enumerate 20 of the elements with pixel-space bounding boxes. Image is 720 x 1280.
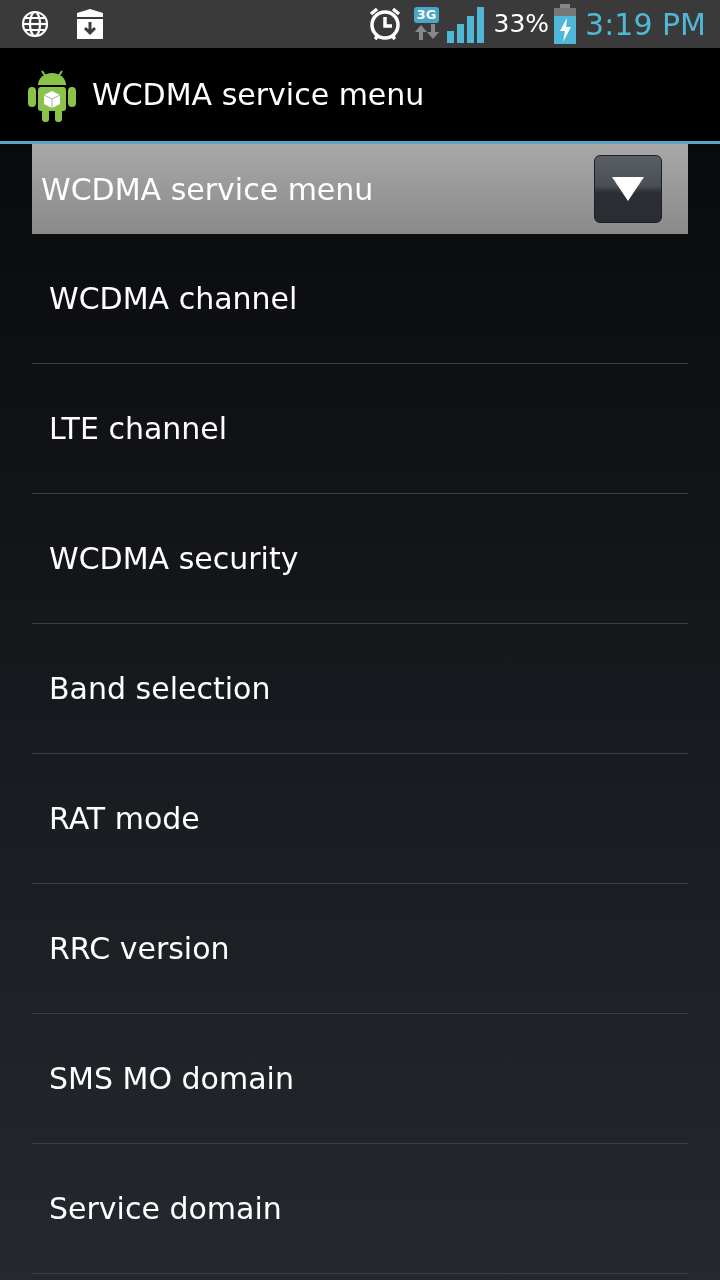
signal-icon	[445, 5, 486, 43]
download-box-icon	[74, 7, 106, 41]
menu-item[interactable]: RRC version	[32, 884, 688, 1014]
battery-percent: 33%	[493, 8, 550, 41]
menu-item[interactable]: WCDMA channel	[32, 234, 688, 364]
charging-battery-icon	[553, 4, 578, 44]
menu-item[interactable]: SMS MO domain	[32, 1014, 688, 1144]
network-type-label: 3G	[413, 7, 440, 23]
spinner-value: WCDMA service menu	[41, 170, 374, 209]
menu-item[interactable]: LTE channel	[32, 364, 688, 494]
globe-icon	[20, 9, 50, 39]
caret-icon	[612, 177, 644, 201]
menu-item[interactable]: Service domain	[32, 1144, 688, 1274]
data-arrows-icon	[413, 23, 440, 41]
menu-item[interactable]: RAT mode	[32, 754, 688, 884]
menu-item[interactable]: Band selection	[32, 624, 688, 754]
menu-item[interactable]: WCDMA security	[32, 494, 688, 624]
app-title: WCDMA service menu	[92, 76, 425, 114]
dropdown-button[interactable]	[594, 155, 662, 223]
clock-time: 3:19 PM	[585, 5, 706, 44]
